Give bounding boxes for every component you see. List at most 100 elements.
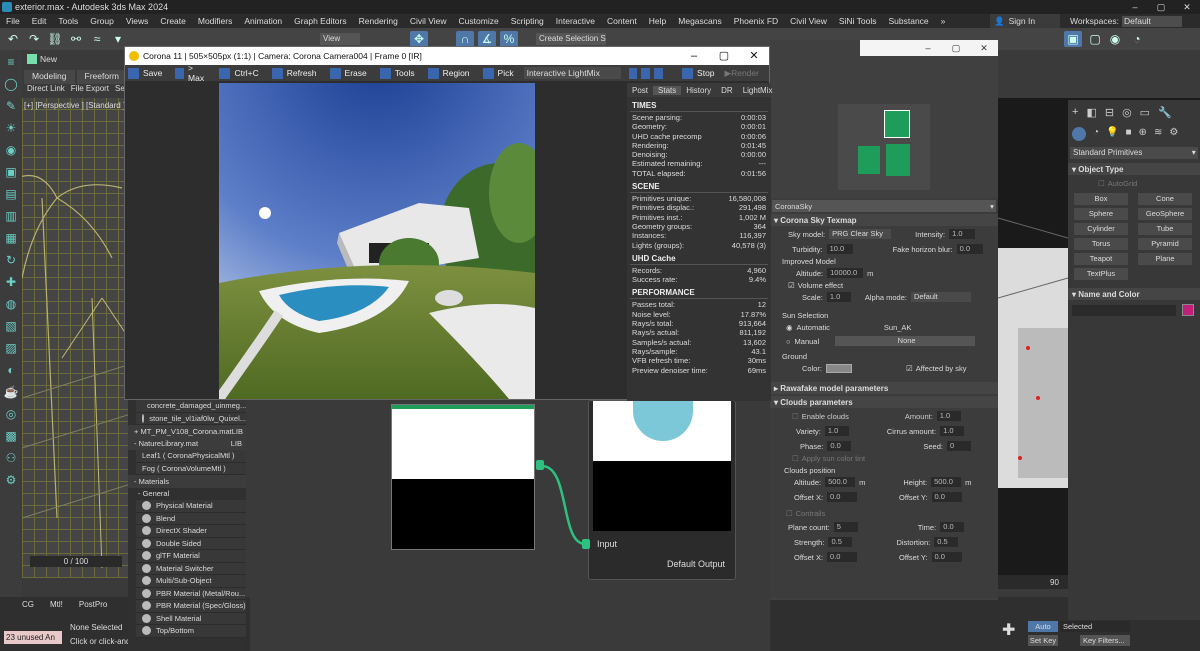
me-maximize[interactable]: ▢ <box>942 43 970 54</box>
render-frame-icon[interactable]: ▢ <box>1086 31 1104 47</box>
offset-y-spinner[interactable]: 0.0 <box>931 552 962 562</box>
key-selection-select[interactable]: Selected <box>1060 621 1130 632</box>
list-item[interactable]: Material Switcher <box>136 562 246 575</box>
snap-tool-icon[interactable]: ∩ <box>456 31 474 47</box>
paint2-icon[interactable]: ▩ <box>2 427 20 445</box>
vfb-maximize[interactable]: ▢ <box>709 47 739 65</box>
lights-icon[interactable]: 💡 <box>1106 127 1118 141</box>
object-type-button[interactable]: GeoSphere <box>1138 208 1192 220</box>
time-slider[interactable]: 0 / 100 <box>30 556 122 567</box>
strength-spinner[interactable]: 0.5 <box>828 537 853 547</box>
tab-mtl[interactable]: Mtl! <box>50 600 63 609</box>
grid-icon[interactable]: ▧ <box>2 317 20 335</box>
helper-icon[interactable]: ◍ <box>2 295 20 313</box>
menu-item[interactable]: Graph Editors <box>288 16 352 26</box>
list-item[interactable]: glTF Material <box>136 550 246 563</box>
library-row[interactable]: - NatureLibrary.mat LIB <box>128 437 246 450</box>
intensity-spinner[interactable]: 1.0 <box>949 229 976 239</box>
menu-item[interactable]: Rendering <box>353 16 404 26</box>
rawafake-rollout[interactable]: ▸ Rawafake model parameters <box>770 382 998 394</box>
menu-item[interactable]: » <box>935 16 952 26</box>
menu-item[interactable]: Megascans <box>672 16 727 26</box>
object-type-button[interactable]: Sphere <box>1074 208 1128 220</box>
select-icon[interactable]: ◯ <box>2 75 20 93</box>
tab-stats[interactable]: Stats <box>653 85 682 95</box>
object-type-button[interactable]: Teapot <box>1074 253 1128 265</box>
viewport-label[interactable]: [+] [Perspective ] [Standard ] [I <box>24 101 132 110</box>
menu-icon[interactable]: ≡ <box>2 53 20 71</box>
alpha-mode-select[interactable]: Default <box>910 292 971 302</box>
vfb-button[interactable]: > Max <box>172 63 206 83</box>
link-icon[interactable]: ⛓ <box>46 31 64 47</box>
menu-item[interactable]: Civil View <box>404 16 453 26</box>
checkbox-empty-icon[interactable]: ☐ <box>786 509 793 518</box>
close-button[interactable]: ✕ <box>1174 0 1200 14</box>
grid2-icon[interactable]: ▨ <box>2 339 20 357</box>
materials-group[interactable]: - Materials <box>128 475 246 488</box>
key-filters-button[interactable]: Key Filters... <box>1080 635 1130 646</box>
tab-freeform[interactable]: Freeform <box>76 70 127 84</box>
material-node-1[interactable] <box>391 404 535 550</box>
scale-spinner[interactable]: 1.0 <box>826 292 851 302</box>
object-type-button[interactable]: Plane <box>1138 253 1192 265</box>
vfb-button[interactable]: Pick <box>480 67 514 79</box>
list-item[interactable]: Double Sided <box>136 537 246 550</box>
minimize-button[interactable]: – <box>1122 0 1148 14</box>
offset-x-spinner[interactable]: 0.0 <box>827 492 858 502</box>
display-tab-icon[interactable]: ▭ <box>1140 106 1150 119</box>
list-item[interactable]: Multi/Sub-Object <box>136 575 246 588</box>
lightmix-mode-select[interactable]: Interactive LightMix <box>523 67 621 79</box>
checkbox-checked-icon[interactable]: ☑ <box>788 281 795 290</box>
list-item[interactable]: Shell Material <box>136 612 246 625</box>
teapot-icon[interactable]: ◔ <box>1128 31 1146 47</box>
unlink-icon[interactable]: ⚯ <box>67 31 85 47</box>
checkbox-empty-icon[interactable]: ☐ <box>792 454 799 463</box>
list-item[interactable]: Fog ( CoronaVolumeMtl ) <box>136 462 246 475</box>
radio-selected-icon[interactable]: ◉ <box>786 323 793 332</box>
object-type-button[interactable]: Cylinder <box>1074 223 1128 235</box>
checkbox-empty-icon[interactable]: ☐ <box>1098 179 1105 188</box>
scale-icon[interactable]: ▤ <box>2 185 20 203</box>
menu-item[interactable]: Substance <box>882 16 934 26</box>
variety-spinner[interactable]: 1.0 <box>824 426 849 436</box>
settings-icon[interactable]: ⚙ <box>2 471 20 489</box>
paint-icon[interactable]: ✎ <box>2 97 20 115</box>
list-item[interactable]: Blend <box>136 512 246 525</box>
vfb-button[interactable]: Region <box>425 67 470 79</box>
sign-in[interactable]: 👤 Sign In <box>990 14 1060 28</box>
all-filter-icon[interactable]: ▾ <box>109 31 127 47</box>
fake-horizon-spinner[interactable]: 0.0 <box>956 244 983 254</box>
new-label[interactable]: New <box>40 54 57 64</box>
tab-postpro[interactable]: PostPro <box>79 600 107 609</box>
vfb-button[interactable]: Save <box>125 67 162 79</box>
snap-icon[interactable]: ◐ <box>2 361 20 379</box>
menu-item[interactable]: Interactive <box>550 16 601 26</box>
auto-key-button[interactable]: Auto Key <box>1028 621 1058 642</box>
workspace-select[interactable]: Workspaces: Default <box>1070 14 1200 28</box>
rotate-icon[interactable]: ↻ <box>2 251 20 269</box>
cloud-altitude-spinner[interactable]: 500.0 <box>825 477 856 487</box>
list-item[interactable]: DirectX Shader <box>136 525 246 538</box>
offset-x-spinner[interactable]: 0.0 <box>827 552 858 562</box>
geometry-icon[interactable] <box>1072 127 1086 141</box>
tab-dr[interactable]: DR <box>716 86 738 95</box>
clouds-rollout[interactable]: ▾ Clouds parameters <box>770 396 998 408</box>
object-color-swatch[interactable] <box>1182 304 1194 316</box>
menu-item[interactable]: Group <box>84 16 120 26</box>
undo-icon[interactable]: ↶ <box>4 31 22 47</box>
layers-icon[interactable]: ▦ <box>2 229 20 247</box>
add-key-icon[interactable]: ✚ <box>1002 620 1022 640</box>
vfb-button[interactable]: Ctrl+C <box>216 67 259 79</box>
menu-item[interactable]: Views <box>120 16 155 26</box>
set-key-button[interactable]: Set Key <box>1028 635 1058 646</box>
zoom-out-icon[interactable] <box>641 67 651 79</box>
checkbox-empty-icon[interactable]: ☐ <box>792 412 799 421</box>
create-selection-set[interactable]: Create Selection Se <box>536 33 606 45</box>
menu-item[interactable]: Modifiers <box>192 16 238 26</box>
render-icon[interactable]: ◉ <box>1106 31 1124 47</box>
vfb-button[interactable]: Refresh <box>269 67 317 79</box>
sky-model-select[interactable]: PRG Clear Sky <box>829 229 892 239</box>
plane-count-spinner[interactable]: 5 <box>833 522 858 532</box>
systems-icon[interactable]: ⚙ <box>1169 127 1178 141</box>
list-item[interactable]: PBR Material (Metal/Rou... <box>136 587 246 600</box>
